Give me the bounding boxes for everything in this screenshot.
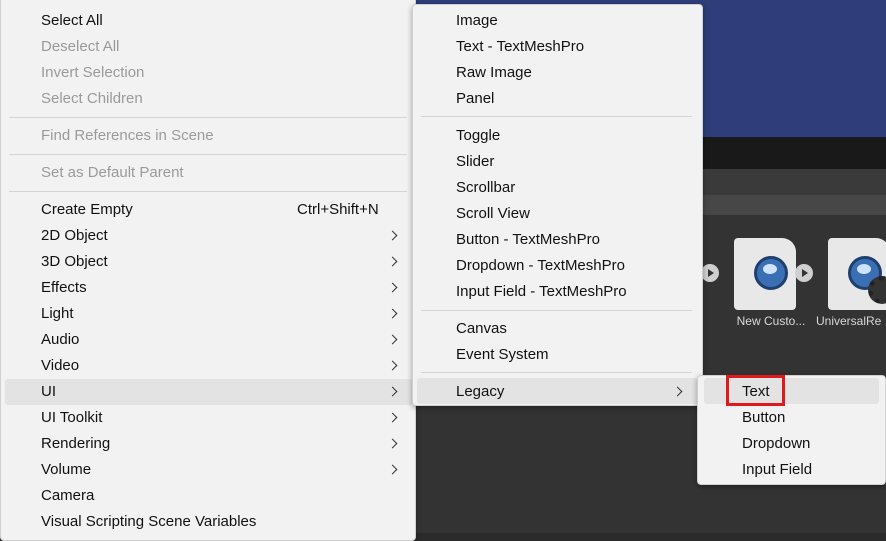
asset-tile[interactable]: New Custo...: [726, 238, 816, 328]
menu-item-input-field-textmeshpro[interactable]: Input Field - TextMeshPro: [456, 279, 696, 305]
asset-name: New Custo...: [736, 314, 806, 328]
menu-item-legacy-input-field[interactable]: Input Field: [742, 457, 872, 483]
asset-tile[interactable]: UniversalRe: [816, 238, 886, 328]
menu-item-image[interactable]: Image: [456, 8, 696, 34]
universal-render-settings-icon: [828, 238, 886, 310]
menu-separator: [9, 191, 407, 192]
expand-asset-icon[interactable]: [701, 264, 719, 282]
menu-separator: [421, 310, 692, 311]
menu-item-toggle[interactable]: Toggle: [456, 123, 696, 149]
custom-render-asset-icon: [734, 238, 796, 310]
menu-item-slider[interactable]: Slider: [456, 149, 696, 175]
chevron-right-icon: [389, 301, 399, 327]
menu-item-ui[interactable]: UI: [41, 379, 401, 405]
chevron-right-icon: [389, 275, 399, 301]
menu-separator: [9, 117, 407, 118]
menu-item-select-all[interactable]: Select All: [41, 8, 401, 34]
chevron-right-icon: [389, 457, 399, 483]
menu-item-panel[interactable]: Panel: [456, 86, 696, 112]
asset-name: UniversalRe: [816, 314, 882, 328]
menu-item-invert-selection: Invert Selection: [41, 64, 145, 81]
shortcut-label: Ctrl+Shift+N: [297, 201, 379, 218]
menu-item-set-default-parent: Set as Default Parent: [41, 164, 184, 181]
menu-item-button-textmeshpro[interactable]: Button - TextMeshPro: [456, 227, 696, 253]
menu-item-legacy-button[interactable]: Button: [742, 405, 872, 431]
menu-separator: [421, 372, 692, 373]
expand-asset-icon[interactable]: [795, 264, 813, 282]
menu-item-create-empty[interactable]: Create Empty Ctrl+Shift+N: [41, 197, 401, 223]
chevron-right-icon: [389, 223, 399, 249]
menu-item-deselect-all: Deselect All: [41, 38, 120, 55]
chevron-right-icon: [389, 405, 399, 431]
menu-item-dropdown-textmeshpro[interactable]: Dropdown - TextMeshPro: [456, 253, 696, 279]
chevron-right-icon: [389, 379, 399, 405]
menu-item-scroll-view[interactable]: Scroll View: [456, 201, 696, 227]
menu-item-event-system[interactable]: Event System: [456, 342, 696, 368]
annotation-highlight-box: [726, 375, 785, 406]
chevron-right-icon: [674, 379, 684, 405]
chevron-right-icon: [389, 353, 399, 379]
menu-item-light[interactable]: Light: [41, 301, 401, 327]
menu-item-visual-scripting-scene-variables[interactable]: Visual Scripting Scene Variables: [41, 509, 401, 535]
menu-item-video[interactable]: Video: [41, 353, 401, 379]
menu-item-legacy[interactable]: Legacy: [456, 379, 696, 405]
menu-item-volume[interactable]: Volume: [41, 457, 401, 483]
menu-item-canvas[interactable]: Canvas: [456, 316, 696, 342]
menu-item-camera[interactable]: Camera: [41, 483, 401, 509]
menu-separator: [9, 154, 407, 155]
menu-item-select-children: Select Children: [41, 90, 143, 107]
menu-item-legacy-dropdown[interactable]: Dropdown: [742, 431, 872, 457]
menu-item-ui-toolkit[interactable]: UI Toolkit: [41, 405, 401, 431]
chevron-right-icon: [389, 249, 399, 275]
menu-item-audio[interactable]: Audio: [41, 327, 401, 353]
menu-item-rendering[interactable]: Rendering: [41, 431, 401, 457]
menu-item-2d-object[interactable]: 2D Object: [41, 223, 401, 249]
menu-item-text-textmeshpro[interactable]: Text - TextMeshPro: [456, 34, 696, 60]
menu-separator: [421, 116, 692, 117]
chevron-right-icon: [389, 431, 399, 457]
menu-item-find-references: Find References in Scene: [41, 127, 214, 144]
menu-item-scrollbar[interactable]: Scrollbar: [456, 175, 696, 201]
menu-item-raw-image[interactable]: Raw Image: [456, 60, 696, 86]
menu-item-effects[interactable]: Effects: [41, 275, 401, 301]
menu-item-3d-object[interactable]: 3D Object: [41, 249, 401, 275]
chevron-right-icon: [389, 327, 399, 353]
